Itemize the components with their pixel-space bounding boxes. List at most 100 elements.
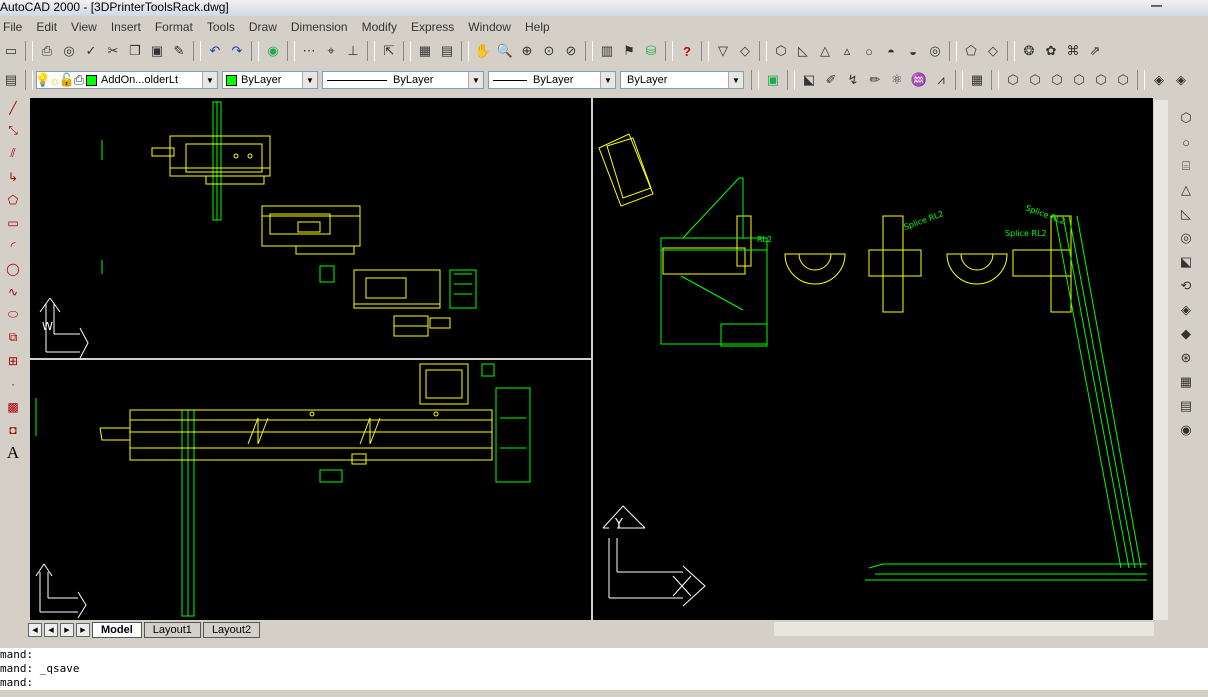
sphere-icon[interactable]: ○ (1175, 130, 1197, 154)
revolve-icon[interactable]: ⟲ (1175, 274, 1197, 298)
insert-block-icon[interactable]: ⧉ (2, 326, 24, 349)
chevron-down-icon[interactable]: ▼ (468, 72, 483, 88)
viewport-bottom-left[interactable] (30, 360, 591, 620)
named-views-icon[interactable]: ▦ (966, 69, 988, 91)
section-icon[interactable]: ✏ (864, 69, 886, 91)
layer-manager-icon[interactable]: ▤ (0, 69, 22, 91)
continuous-orbit-icon[interactable]: ✿ (1040, 40, 1062, 62)
se-iso-icon[interactable]: ◈ (1170, 69, 1192, 91)
setup-view-icon[interactable]: ♒ (908, 69, 930, 91)
menu-format[interactable]: Format (148, 20, 200, 34)
3dface-icon[interactable]: ◇ (982, 40, 1004, 62)
design-center-icon[interactable]: ⚑ (618, 40, 640, 62)
box-icon[interactable]: ⬡ (1175, 106, 1197, 130)
chevron-down-icon[interactable]: ▼ (202, 72, 217, 88)
left-view-icon[interactable]: ⬡ (1046, 69, 1068, 91)
interfere-icon[interactable]: ⚛ (886, 69, 908, 91)
ellipse-icon[interactable]: ⬭ (2, 303, 24, 326)
zoom-in-icon[interactable]: ⊙ (538, 40, 560, 62)
menu-dimension[interactable]: Dimension (284, 20, 355, 34)
copy-icon[interactable]: ❐ (124, 40, 146, 62)
dish-icon[interactable]: ◒ (902, 40, 924, 62)
shade-icon[interactable]: ◇ (734, 40, 756, 62)
setup-icon[interactable]: ▦ (1175, 370, 1197, 394)
circle-icon[interactable]: ◯ (2, 257, 24, 280)
extrude-icon[interactable]: ⬕ (1175, 250, 1197, 274)
last-tab-button[interactable]: ▶ (76, 623, 90, 637)
torus-icon[interactable]: ◎ (924, 40, 946, 62)
top-view-icon[interactable]: ⬡ (1002, 69, 1024, 91)
line-icon[interactable]: ╱ (2, 96, 24, 119)
new-file-icon[interactable]: ▭ (0, 40, 22, 62)
color-combo[interactable]: ByLayer ▼ (222, 71, 318, 89)
cylinder-icon[interactable]: ⌸ (1175, 154, 1197, 178)
tracking-icon[interactable]: ⋯ (298, 40, 320, 62)
chevron-down-icon[interactable]: ▼ (302, 72, 317, 88)
sphere-icon[interactable]: ○ (858, 40, 880, 62)
spell-icon[interactable]: ✓ (80, 40, 102, 62)
properties-icon[interactable]: ▥ (596, 40, 618, 62)
dome-icon[interactable]: ◓ (880, 40, 902, 62)
adjust-distance-icon[interactable]: ⇗ (1084, 40, 1106, 62)
spline-icon[interactable]: ∿ (2, 280, 24, 303)
extrude-icon[interactable]: ⬕ (798, 69, 820, 91)
polygon-icon[interactable]: ⬠ (2, 188, 24, 211)
point-icon[interactable]: · (2, 372, 24, 395)
profile-icon[interactable]: ▤ (1175, 394, 1197, 418)
tab-layout2[interactable]: Layout2 (202, 622, 261, 638)
cut-icon[interactable]: ✂ (102, 40, 124, 62)
chevron-down-icon[interactable]: ▼ (600, 72, 615, 88)
database-icon[interactable]: ⛁ (640, 40, 662, 62)
pan-icon[interactable]: ✋ (472, 40, 494, 62)
slice-icon[interactable]: ◆ (1175, 322, 1197, 346)
menu-edit[interactable]: Edit (29, 20, 64, 34)
print-icon[interactable]: ⎙ (36, 40, 58, 62)
bottom-view-icon[interactable]: ⬡ (1024, 69, 1046, 91)
interference-icon[interactable]: ⊛ (1175, 346, 1197, 370)
horizontal-scrollbar[interactable] (774, 622, 1154, 636)
viewport-right[interactable]: Splice RL2 Splice RL2 Splice RL2 RL2 Y (593, 98, 1153, 620)
vertical-scrollbar[interactable] (1154, 100, 1168, 620)
construction-line-icon[interactable]: ⤡ (2, 119, 24, 142)
back-view-icon[interactable]: ⬡ (1112, 69, 1134, 91)
menu-modify[interactable]: Modify (355, 20, 404, 34)
menu-file[interactable]: File (0, 20, 29, 34)
section-icon[interactable]: ◈ (1175, 298, 1197, 322)
cone-icon[interactable]: ▵ (836, 40, 858, 62)
match-properties-icon[interactable]: ✎ (168, 40, 190, 62)
surface-icon[interactable]: ⬠ (960, 40, 982, 62)
first-tab-button[interactable]: ◀ (28, 623, 42, 637)
undo-icon[interactable]: ↶ (204, 40, 226, 62)
revolve-icon[interactable]: ✐ (820, 69, 842, 91)
region-icon[interactable]: ◘ (2, 418, 24, 441)
aerial-view-icon[interactable]: ▤ (436, 40, 458, 62)
menu-view[interactable]: View (64, 20, 104, 34)
zoom-previous-icon[interactable]: ⊘ (560, 40, 582, 62)
lineweight-combo[interactable]: ByLayer ▼ (488, 71, 616, 89)
prev-tab-button[interactable]: ◀ (44, 623, 58, 637)
wedge-icon[interactable]: ◺ (1175, 202, 1197, 226)
help-icon[interactable]: ? (676, 40, 698, 62)
zoom-realtime-icon[interactable]: 🔍 (494, 40, 516, 62)
redo-icon[interactable]: ↷ (226, 40, 248, 62)
menu-window[interactable]: Window (461, 20, 518, 34)
arc-icon[interactable]: ◜ (2, 234, 24, 257)
solids-editing-icon[interactable]: ◉ (1175, 418, 1197, 442)
pyramid-icon[interactable]: △ (814, 40, 836, 62)
make-block-icon[interactable]: ⊞ (2, 349, 24, 372)
menu-insert[interactable]: Insert (104, 20, 148, 34)
zoom-window-icon[interactable]: ⊕ (516, 40, 538, 62)
menu-tools[interactable]: Tools (200, 20, 242, 34)
plotstyle-combo[interactable]: ByLayer ▼ (620, 71, 744, 89)
ucs-icon[interactable]: ⊥ (342, 40, 364, 62)
slice-icon[interactable]: ↯ (842, 69, 864, 91)
linetype-combo[interactable]: ByLayer ▼ (322, 71, 484, 89)
orbit-icon[interactable]: ❂ (1018, 40, 1040, 62)
setup-drawing-icon[interactable]: ⩘ (930, 69, 952, 91)
next-tab-button[interactable]: ▶ (60, 623, 74, 637)
tab-model[interactable]: Model (92, 622, 142, 638)
command-window[interactable]: mand: mand: _qsave mand: (0, 648, 1208, 690)
minimize-icon[interactable]: — (1151, 0, 1162, 12)
pick-icon[interactable]: ⇱ (378, 40, 400, 62)
chevron-down-icon[interactable]: ▼ (728, 72, 743, 88)
